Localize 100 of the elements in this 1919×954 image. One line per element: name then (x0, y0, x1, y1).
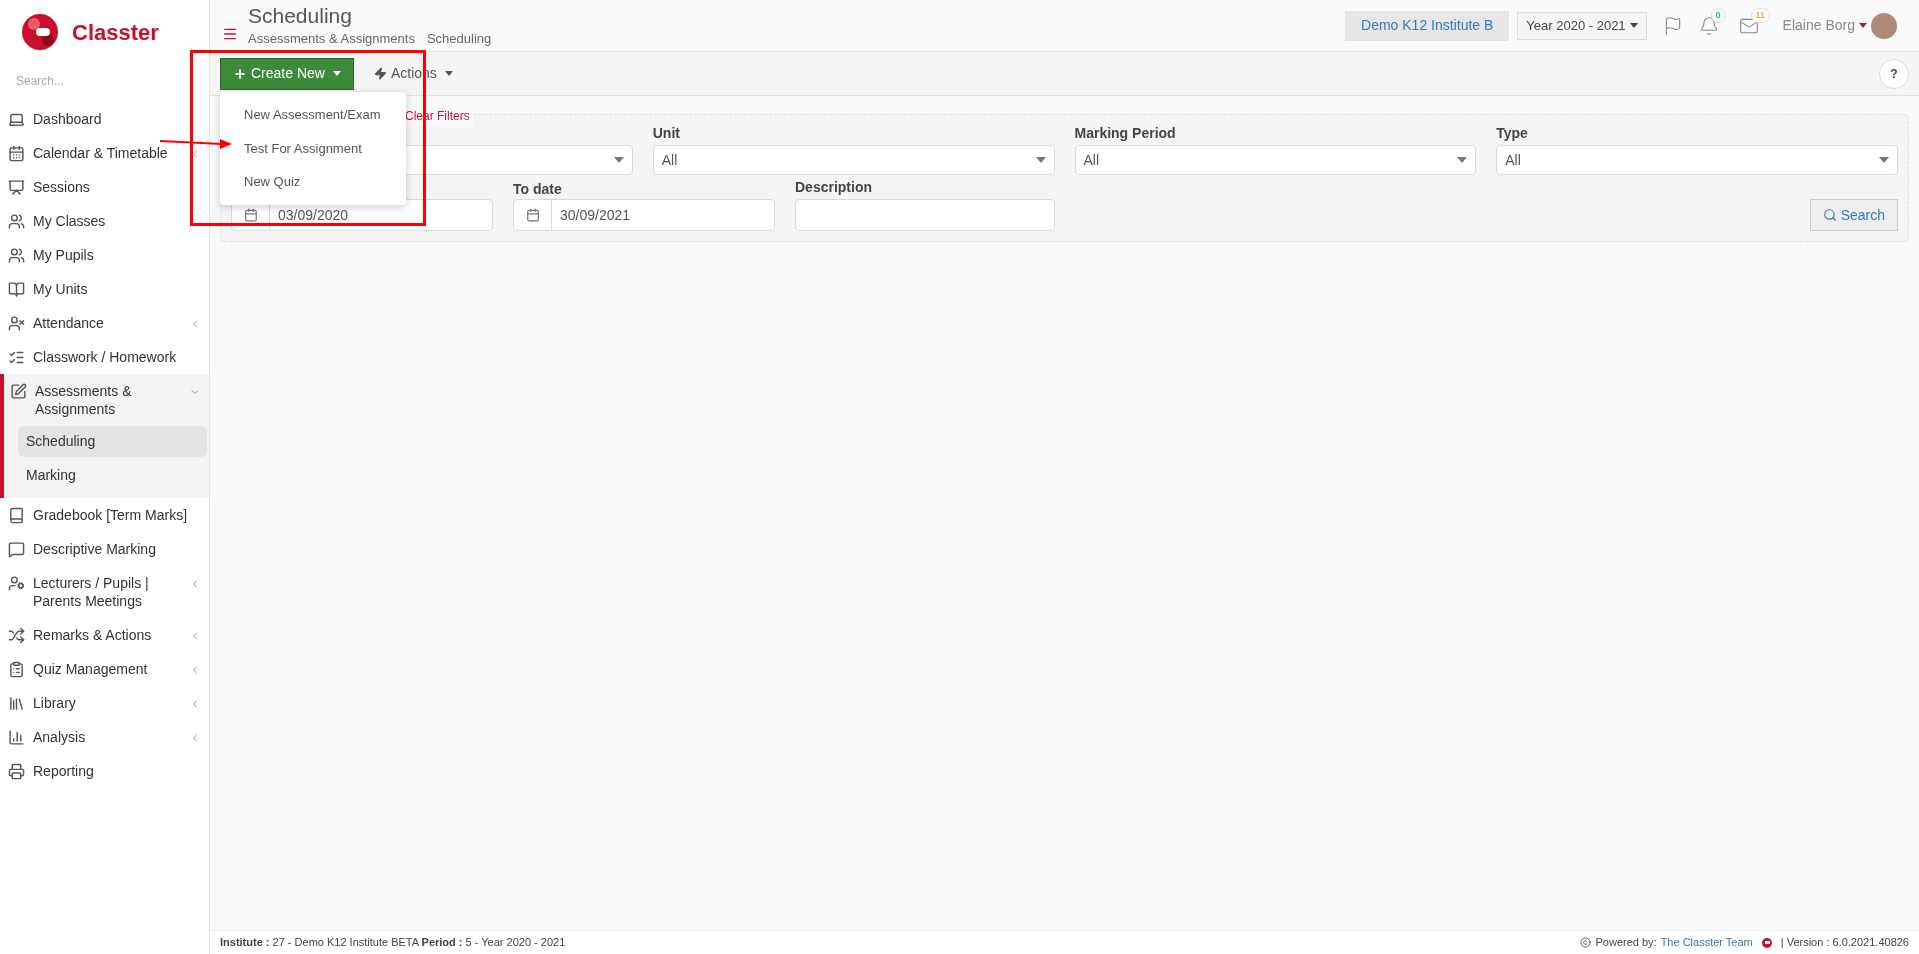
search-icon (1822, 208, 1837, 222)
select-value: All (1505, 150, 1522, 170)
presentation-icon (8, 179, 25, 196)
sidebar-item-label: Reporting (33, 762, 95, 780)
sidebar-item-label: Attendance (33, 314, 105, 332)
shuffle-icon (8, 627, 25, 644)
lightning-icon (373, 67, 387, 80)
footer-institute-info: Institute : 27 - Demo K12 Institute BETA Period : 5 - Year 2020 - 2021 (220, 935, 566, 951)
sidebar-item-label: Library (33, 694, 77, 712)
select-field[interactable]: All (1496, 145, 1898, 175)
date-value: 30/09/2021 (559, 205, 632, 225)
year-selector[interactable]: Year 2020 - 2021 (1517, 11, 1647, 40)
version-text: | Version : 6.0.2021.40826 (1780, 935, 1909, 951)
message-count: 11 (1750, 7, 1771, 23)
calendar-icon (525, 208, 540, 222)
sidebar-item-label: Classwork / Homework (33, 348, 178, 366)
select-field[interactable]: All (1074, 145, 1477, 175)
calendar-icon (8, 145, 25, 162)
create-new-button[interactable]: Create New (220, 57, 354, 90)
sidebar-item-label: My Units (33, 280, 89, 298)
sidebar-subitem[interactable]: Scheduling (18, 426, 207, 457)
printer-icon (8, 763, 25, 780)
clipboard-icon (8, 661, 25, 678)
search-field[interactable]: Search... (16, 72, 186, 90)
sidebar-item[interactable]: My Classes (0, 204, 209, 238)
sidebar-item[interactable]: Analysis (0, 720, 209, 754)
sidebar-item-label: Descriptive Marking (33, 540, 157, 558)
field-label: Description (795, 178, 873, 197)
search-button[interactable]: Search (1809, 199, 1898, 231)
sidebar-item[interactable]: Library (0, 686, 209, 720)
select-value: All (661, 150, 679, 170)
notification-count: 0 (1710, 7, 1726, 23)
checklist-icon (8, 349, 25, 366)
sidebar-item[interactable]: My Units (0, 272, 209, 306)
user-x-icon (8, 315, 25, 332)
sidebar-item[interactable]: Quiz Management (0, 652, 209, 686)
logo-text: Classter (72, 18, 159, 47)
sidebar-item-label: Analysis (33, 728, 87, 746)
sidebar-item[interactable]: Remarks & Actions (0, 618, 209, 652)
breadcrumb-link[interactable]: Assessments & Assignments (248, 28, 415, 49)
sidebar-item[interactable]: Descriptive Marking (0, 532, 209, 566)
caret-icon (1629, 23, 1638, 28)
field-label: Marking Period (1074, 125, 1176, 141)
sidebar-item-label: Gradebook [Term Marks] (33, 506, 189, 524)
sidebar-item-label: Calendar & Timetable (33, 144, 169, 162)
field-label: Type (1496, 125, 1528, 141)
sidebar-item-label: My Pupils (33, 246, 95, 264)
sidebar-subitem[interactable]: Marking (18, 460, 207, 491)
dropdown-caret-icon (1457, 157, 1468, 163)
sidebar-item[interactable]: Lecturers / Pupils | Parents Meetings (0, 566, 209, 618)
dropdown-caret-icon (1035, 157, 1046, 163)
caret-icon (444, 71, 453, 76)
menu-item[interactable]: Test For Assignment (220, 131, 406, 165)
caret-icon (332, 71, 341, 76)
field-label: To date (513, 181, 562, 197)
page-title: Scheduling (248, 2, 353, 29)
sidebar-item-label: Remarks & Actions (33, 626, 153, 644)
select-field[interactable]: All (652, 145, 1055, 175)
caret-icon (1859, 23, 1867, 28)
sidebar-item-label: Quiz Management (33, 660, 149, 678)
pen-square-icon (10, 383, 27, 400)
plus-icon (233, 66, 247, 81)
dropdown-caret-icon (613, 157, 624, 163)
user-gear-icon (8, 575, 25, 592)
message-icon (8, 541, 25, 558)
sidebar-item[interactable]: Classwork / Homework (0, 340, 209, 374)
field-label: Unit (652, 125, 680, 141)
sidebar-item[interactable]: Reporting (0, 754, 209, 788)
avatar[interactable] (1871, 12, 1897, 39)
dropdown-caret-icon (1879, 157, 1889, 163)
help-button[interactable]: ? (1879, 58, 1909, 89)
menu-item[interactable]: New Quiz (220, 165, 406, 199)
sidebar-item-label: My Classes (33, 212, 107, 230)
sidebar-item[interactable]: Attendance (0, 306, 209, 340)
users-icon (8, 247, 25, 264)
sidebar-item-label: Assessments & Assignments (35, 382, 133, 418)
book-icon (8, 281, 25, 298)
date-value: 03/09/2020 (277, 205, 350, 225)
bar-chart-icon (8, 729, 25, 746)
sidebar-item[interactable]: My Pupils (0, 238, 209, 272)
breadcrumb-link[interactable]: Scheduling (426, 28, 492, 49)
sidebar-item-label: Sessions (33, 178, 91, 196)
description-field[interactable] (795, 199, 1055, 231)
select-value: All (1083, 150, 1101, 170)
sidebar-item[interactable]: Assessments & Assignments (4, 374, 209, 426)
laptop-icon (8, 111, 25, 128)
library-icon (8, 695, 25, 712)
sidebar-item[interactable]: Dashboard (0, 102, 209, 136)
sidebar-item[interactable]: Calendar & Timetable (0, 136, 209, 170)
institute-badge[interactable]: Demo K12 Institute B (1345, 10, 1510, 41)
team-link[interactable]: The Classter Team (1660, 934, 1753, 951)
book-icon (8, 507, 25, 524)
sidebar-item[interactable]: Sessions (0, 170, 209, 204)
date-field[interactable]: 30/09/2021 (513, 199, 775, 231)
sidebar-item[interactable]: Gradebook [Term Marks] (0, 498, 209, 532)
copyright-icon (1580, 937, 1592, 948)
calendar-icon (243, 208, 258, 222)
sidebar-item-label: Lecturers / Pupils | Parents Meetings (33, 574, 150, 610)
users-icon (8, 213, 25, 230)
powered-by-text: Powered by: (1595, 935, 1657, 951)
